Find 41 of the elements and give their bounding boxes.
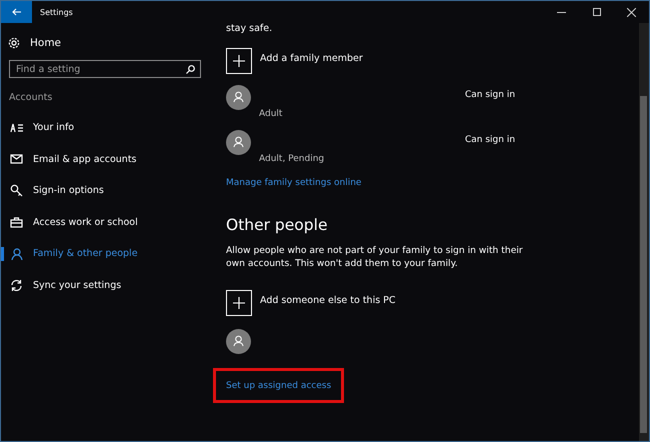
body-text: stay safe. [226, 23, 274, 34]
plus-icon [233, 55, 245, 67]
sign-in-status: Can sign in [465, 135, 516, 145]
nav-item[interactable]: Family & other people [1, 238, 211, 270]
key-icon [10, 184, 23, 198]
account-type: Adult, Pending [259, 154, 326, 164]
avatar-icon [226, 85, 251, 110]
add-label[interactable]: Add a family member [260, 53, 363, 64]
manage-link[interactable]: Manage family settings online [226, 178, 362, 188]
home-item[interactable]: Home [8, 37, 211, 49]
nav-item[interactable]: Email & app accounts [1, 144, 211, 175]
close-icon[interactable] [627, 8, 636, 16]
person-icon [10, 248, 22, 260]
window-title: Settings [40, 8, 73, 16]
back-button[interactable] [1, 1, 32, 23]
briefcase-icon [10, 216, 23, 228]
nav-item[interactable]: Sync your settings [1, 270, 211, 301]
back-arrow-icon [12, 8, 21, 16]
account-type: Adult [259, 109, 284, 119]
nav-item[interactable]: Sign-in options [1, 175, 211, 206]
nav-item[interactable]: Your info [1, 112, 211, 144]
add-label[interactable]: Add someone else to this PC [260, 295, 396, 306]
nav-item[interactable]: Access work or school [1, 206, 211, 238]
search-field[interactable]: Find a setting [9, 60, 201, 78]
plus-icon [233, 297, 245, 309]
settings-icon [8, 37, 20, 49]
add-button[interactable] [226, 290, 252, 316]
search-icon [186, 64, 195, 74]
avatar-icon [226, 130, 251, 155]
sync-icon [10, 278, 23, 292]
section-heading: Accounts [9, 92, 54, 103]
mail-icon [10, 154, 23, 164]
add-button[interactable] [226, 48, 252, 74]
assigned-access-link[interactable]: Set up assigned access [226, 381, 332, 391]
maximize-icon[interactable] [592, 8, 600, 16]
description-text: Allow people who are not part of your family to sign in with their own accounts. This won't add them to your family. [226, 244, 524, 270]
section-heading: Other people [226, 216, 328, 234]
contact-card-icon [10, 122, 24, 133]
sign-in-status: Can sign in [465, 90, 516, 100]
scrollbar[interactable] [639, 23, 649, 441]
avatar-icon [226, 329, 251, 354]
